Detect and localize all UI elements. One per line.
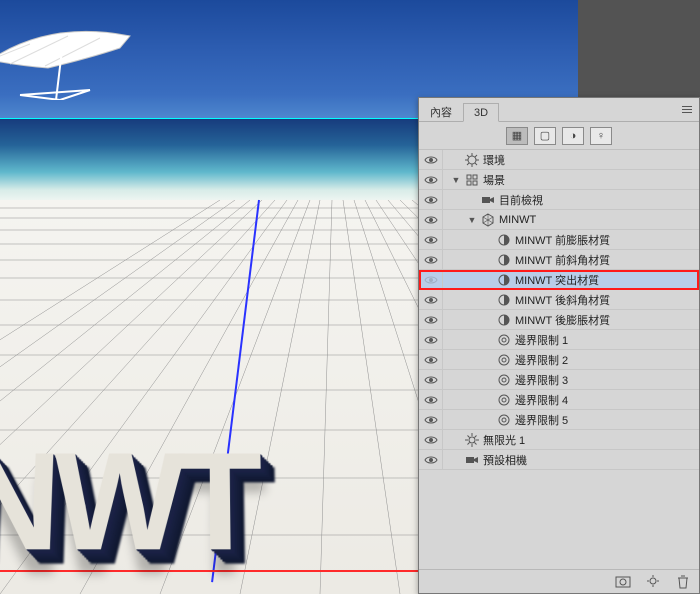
tree-row[interactable]: ▶邊界限制 5 [419, 410, 699, 430]
tree-item-label: 預設相機 [483, 452, 527, 468]
panel-footer [419, 569, 699, 593]
panel-tabstrip: 內容 3D [419, 98, 699, 122]
material-filter-button[interactable]: ◑ [562, 127, 584, 145]
render-settings-button[interactable] [613, 574, 633, 590]
tree-item-label: 環境 [483, 152, 505, 168]
visibility-toggle[interactable] [419, 170, 443, 190]
tree-row[interactable]: ▶邊界限制 4 [419, 390, 699, 410]
disclosure-triangle-icon[interactable]: ▼ [467, 215, 477, 225]
constraint-icon [497, 333, 511, 347]
tree-cell: ▶預設相機 [443, 452, 699, 468]
visibility-toggle[interactable] [419, 450, 443, 470]
visibility-toggle[interactable] [419, 150, 443, 170]
tree-row[interactable]: ▶邊界限制 2 [419, 350, 699, 370]
delete-button[interactable] [673, 574, 693, 590]
tree-cell: ▶MINWT 突出材質 [443, 272, 699, 288]
workspace: NWT ◂◂ 內容 3D ▦ ▢ ◑ ♀ ▶環境▼場景▶目前檢視▼MINWT▶M… [0, 0, 700, 594]
material-icon [497, 273, 511, 287]
tree-item-label: 邊界限制 3 [515, 372, 568, 388]
tree-cell: ▶邊界限制 1 [443, 332, 699, 348]
tab-3d[interactable]: 3D [463, 103, 499, 122]
tree-item-label: 邊界限制 5 [515, 412, 568, 428]
tree-item-label: MINWT 前膨脹材質 [515, 232, 610, 248]
tree-item-label: MINWT 後膨脹材質 [515, 312, 610, 328]
tree-cell: ▶MINWT 後斜角材質 [443, 292, 699, 308]
tree-cell: ▼ 場景 [443, 172, 699, 188]
tree-row[interactable]: ▶環境 [419, 150, 699, 170]
visibility-toggle[interactable] [419, 290, 443, 310]
visibility-toggle[interactable] [419, 410, 443, 430]
visibility-toggle[interactable] [419, 250, 443, 270]
tree-cell: ▶MINWT 後膨脹材質 [443, 312, 699, 328]
constraint-icon [497, 413, 511, 427]
camera-icon [481, 193, 495, 207]
constraint-icon [497, 373, 511, 387]
visibility-toggle[interactable] [419, 230, 443, 250]
tree-row[interactable]: ▶MINWT 前膨脹材質 [419, 230, 699, 250]
tree-item-label: 無限光 1 [483, 432, 525, 448]
tree-row[interactable]: ▶邊界限制 1 [419, 330, 699, 350]
scene-filter-button[interactable]: ▦ [506, 127, 528, 145]
constraint-icon [497, 353, 511, 367]
tree-item-label: MINWT 後斜角材質 [515, 292, 610, 308]
tree-row[interactable]: ▶邊界限制 3 [419, 370, 699, 390]
tree-row[interactable]: ▶目前檢視 [419, 190, 699, 210]
visibility-toggle[interactable] [419, 390, 443, 410]
visibility-toggle[interactable] [419, 330, 443, 350]
tree-cell: ▶邊界限制 4 [443, 392, 699, 408]
tree-row[interactable]: ▼ MINWT [419, 210, 699, 230]
tab-content[interactable]: 內容 [419, 100, 463, 122]
material-icon [497, 233, 511, 247]
tree-row[interactable]: ▶無限光 1 [419, 430, 699, 450]
tree-item-label: MINWT 突出材質 [515, 272, 599, 288]
tree-item-label: 目前檢視 [499, 192, 543, 208]
tree-cell: ▶邊界限制 3 [443, 372, 699, 388]
camera-icon [465, 453, 479, 467]
visibility-toggle[interactable] [419, 190, 443, 210]
tree-cell: ▶邊界限制 5 [443, 412, 699, 428]
tree-row[interactable]: ▶MINWT 後膨脹材質 [419, 310, 699, 330]
material-icon [497, 313, 511, 327]
tree-item-label: 邊界限制 4 [515, 392, 568, 408]
3d-panel: ◂◂ 內容 3D ▦ ▢ ◑ ♀ ▶環境▼場景▶目前檢視▼MINWT▶MINWT… [418, 97, 700, 594]
new-light-button[interactable] [643, 574, 663, 590]
beach-umbrella [0, 30, 140, 100]
tree-item-label: MINWT 前斜角材質 [515, 252, 610, 268]
tree-cell: ▶MINWT 前斜角材質 [443, 252, 699, 268]
disclosure-triangle-icon[interactable]: ▼ [451, 175, 461, 185]
tree-cell: ▼ MINWT [443, 213, 699, 227]
tree-cell: ▶MINWT 前膨脹材質 [443, 232, 699, 248]
environment-icon [465, 153, 479, 167]
panel-menu-button[interactable] [679, 102, 695, 116]
light-icon [465, 433, 479, 447]
tree-cell: ▶邊界限制 2 [443, 352, 699, 368]
mesh-filter-button[interactable]: ▢ [534, 127, 556, 145]
scene-icon [465, 173, 479, 187]
tree-cell: ▶環境 [443, 152, 699, 168]
tree-item-label: 場景 [483, 172, 505, 188]
material-icon [497, 253, 511, 267]
tree-row[interactable]: ▶MINWT 後斜角材質 [419, 290, 699, 310]
visibility-toggle[interactable] [419, 310, 443, 330]
tree-item-label: 邊界限制 2 [515, 352, 568, 368]
mesh-icon [481, 213, 495, 227]
visibility-toggle[interactable] [419, 210, 443, 230]
3d-scene-tree[interactable]: ▶環境 ▼ 場景 ▶目前檢視 ▼ MINWT ▶MINWT 前膨脹材質 ▶MINWT 前斜角材… [419, 150, 699, 569]
visibility-toggle[interactable] [419, 430, 443, 450]
tree-row[interactable]: ▶MINWT 突出材質 [419, 270, 699, 290]
material-icon [497, 293, 511, 307]
tree-row[interactable]: ▼ 場景 [419, 170, 699, 190]
tree-row[interactable]: ▶預設相機 [419, 450, 699, 470]
light-filter-button[interactable]: ♀ [590, 127, 612, 145]
visibility-toggle[interactable] [419, 350, 443, 370]
visibility-toggle[interactable] [419, 370, 443, 390]
constraint-icon [497, 393, 511, 407]
tree-cell: ▶無限光 1 [443, 432, 699, 448]
tree-cell: ▶目前檢視 [443, 192, 699, 208]
filter-toolbar: ▦ ▢ ◑ ♀ [419, 122, 699, 150]
tree-item-label: 邊界限制 1 [515, 332, 568, 348]
visibility-toggle[interactable] [419, 270, 443, 290]
tree-item-label: MINWT [499, 214, 536, 226]
tree-row[interactable]: ▶MINWT 前斜角材質 [419, 250, 699, 270]
